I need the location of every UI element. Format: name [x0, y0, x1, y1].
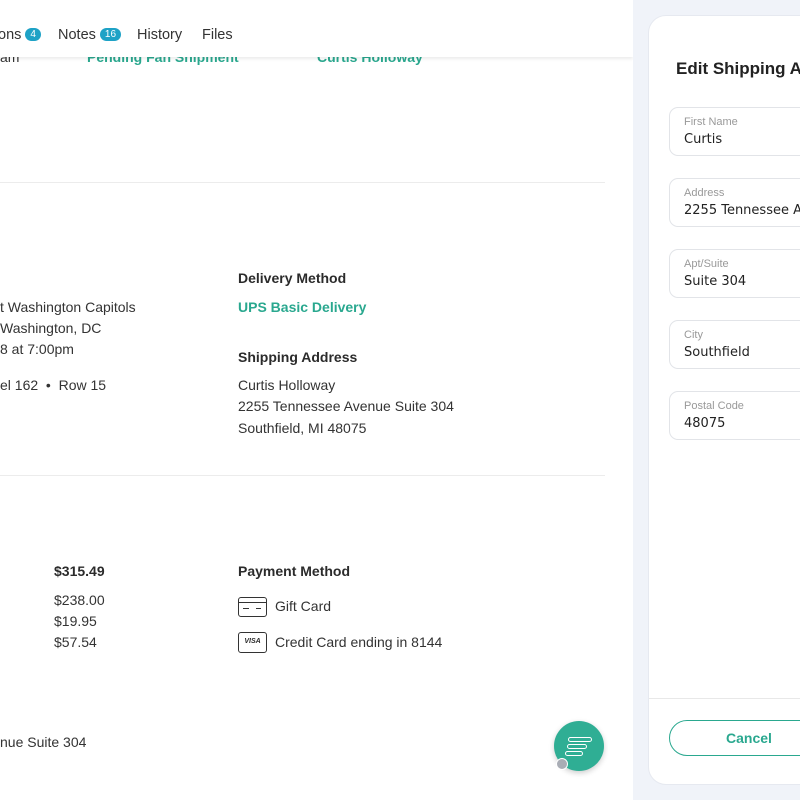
- tab-bar: ons 4 Notes 16 History Files: [0, 0, 633, 57]
- line-amount: $57.54: [54, 634, 97, 650]
- billing-address: nue Suite 304: [0, 734, 87, 750]
- tab-files[interactable]: Files: [202, 27, 233, 43]
- payment-method-label: Payment Method: [238, 563, 351, 579]
- footer-divider: [649, 698, 800, 699]
- delivery-method-label: Delivery Method: [238, 270, 347, 286]
- edit-shipping-panel: Edit Shipping Address First Name Curtis A…: [648, 15, 800, 785]
- tab-label: ons: [0, 27, 22, 43]
- event-date: 8 at 7:00pm: [0, 341, 74, 357]
- panel-title: Edit Shipping Address: [676, 59, 800, 78]
- gift-card-label: Gift Card: [275, 598, 332, 614]
- line-amount: $238.00: [54, 592, 105, 608]
- count-badge: 4: [25, 28, 41, 41]
- field-label: Address: [684, 187, 725, 199]
- status-dot: [556, 758, 568, 770]
- credit-card-label: Credit Card ending in 8144: [275, 634, 443, 650]
- tab-history[interactable]: History: [137, 27, 182, 43]
- field-label: First Name: [684, 116, 738, 128]
- ship-street: 2255 Tennessee Avenue Suite 304: [238, 398, 454, 414]
- field-value: 48075: [684, 416, 726, 431]
- field-value: Southfield: [684, 345, 750, 360]
- delivery-method[interactable]: UPS Basic Delivery: [238, 299, 366, 315]
- field-value: Curtis: [684, 132, 723, 147]
- field-label: Apt/Suite: [684, 258, 729, 270]
- field-label: Postal Code: [684, 400, 744, 412]
- address-field[interactable]: Address 2255 Tennessee Avenue: [669, 178, 800, 227]
- order-detail: ons 4 Notes 16 History Files am Pending Fa…: [0, 0, 633, 800]
- event-venue: Washington, DC: [0, 320, 102, 336]
- count-badge: 16: [99, 28, 122, 41]
- apt-suite-field[interactable]: Apt/Suite Suite 304: [669, 249, 800, 298]
- gift-card-icon: [238, 597, 267, 617]
- tab-label: Notes: [58, 27, 96, 43]
- tab-notes[interactable]: Notes 16: [58, 27, 122, 43]
- ship-name: Curtis Holloway: [238, 377, 336, 393]
- visa-icon: VISA: [238, 632, 267, 653]
- seat-info: el 162 • Row 15: [0, 377, 107, 393]
- shipping-address-label: Shipping Address: [238, 349, 358, 365]
- field-label: City: [684, 329, 703, 341]
- ship-city: Southfield, MI 48075: [238, 420, 367, 436]
- first-name-field[interactable]: First Name Curtis: [669, 107, 800, 156]
- field-value: Suite 304: [684, 274, 747, 289]
- event-name: t Washington Capitols: [0, 299, 136, 315]
- postal-code-field[interactable]: Postal Code 48075: [669, 391, 800, 440]
- line-amount: $19.95: [54, 613, 97, 629]
- order-total: $315.49: [54, 563, 105, 579]
- tab-questions[interactable]: ons 4: [0, 27, 41, 43]
- cancel-button[interactable]: Cancel: [669, 720, 800, 756]
- divider: [0, 475, 605, 476]
- city-field[interactable]: City Southfield: [669, 320, 800, 369]
- field-value: 2255 Tennessee Avenue: [684, 203, 800, 218]
- divider: [0, 182, 605, 183]
